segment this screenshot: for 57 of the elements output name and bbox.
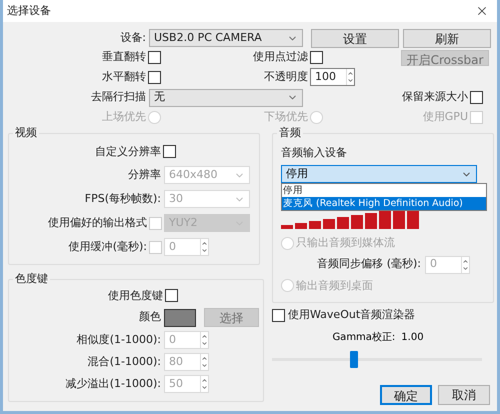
checkbox[interactable]	[272, 308, 285, 322]
gamma-reading: 1.00	[401, 330, 424, 344]
field-label: 保留来源大小	[402, 89, 468, 106]
field-label: 颜色	[138, 309, 161, 326]
field-label: 不透明度	[263, 68, 308, 85]
button[interactable]: 取消	[438, 384, 490, 404]
field-label: 使用偏好的输出格式	[47, 214, 147, 231]
spinner-arrows-icon	[346, 69, 354, 85]
group-title: 色度键	[14, 271, 49, 287]
spinner-arrows-icon	[200, 332, 208, 348]
field-label: 自定义分辨率	[94, 144, 161, 160]
field-label: 去隔行扫描	[90, 89, 146, 106]
field-label: 分辨率	[127, 166, 161, 183]
button[interactable]: 确定	[380, 384, 432, 404]
field-label: 只输出音频到媒体流	[296, 235, 395, 251]
window-title: 选择设备	[7, 2, 51, 19]
field-label: 使用WaveOut音频渲染器	[288, 307, 416, 323]
field-label: 水平翻转	[101, 68, 146, 85]
checkbox[interactable]	[163, 145, 176, 158]
dropdown-option[interactable]: 停用	[282, 184, 486, 197]
field-label: 输出音频到桌面	[296, 278, 373, 294]
dropdown[interactable]: 无	[149, 88, 303, 106]
button[interactable]: 刷新	[403, 28, 491, 48]
field-label: FPS(每秒帧数):	[84, 190, 161, 207]
field-label: 减少溢出(1-1000):	[64, 376, 161, 392]
dropdown[interactable]: USB2.0 PC CAMERA	[149, 29, 303, 47]
field-label: 音频同步偏移 (毫秒):	[316, 256, 421, 272]
close-icon[interactable]	[475, 4, 489, 18]
spin-box[interactable]: 100	[310, 68, 355, 86]
slider-thumb[interactable]	[350, 350, 358, 368]
checkbox[interactable]	[148, 70, 161, 84]
spinner-arrows-icon	[200, 239, 208, 255]
group-title: 视频	[14, 125, 38, 141]
field-label: 混合(1-1000):	[86, 354, 161, 370]
dropdown-option[interactable]: 麦克风 (Realtek High Definition Audio)	[282, 197, 486, 210]
field-label: 使用色度键	[107, 288, 163, 304]
group-title: 音频	[278, 125, 302, 141]
checkbox[interactable]	[470, 91, 483, 104]
button[interactable]: 设置	[311, 28, 399, 48]
field-label: 垂直翻转	[101, 49, 146, 66]
dropdown[interactable]: 停用	[281, 165, 477, 183]
field-label: 相似度(1-1000):	[76, 332, 161, 348]
field-label: 使用缓冲(毫秒):	[68, 238, 147, 255]
field-label: 音频输入设备	[281, 144, 348, 160]
checkbox[interactable]	[165, 289, 178, 302]
field-label: 使用GPU	[422, 108, 468, 125]
color-swatch[interactable]	[164, 308, 196, 326]
field-label: 设备:	[119, 30, 146, 46]
spinner-arrows-icon	[200, 354, 208, 370]
spinner-arrows-icon	[200, 376, 208, 392]
field-label: 上场优先	[101, 108, 146, 125]
spinner-arrows-icon	[461, 256, 469, 272]
gamma-label: Gamma校正:	[332, 330, 396, 344]
field-label: 下场优先	[263, 108, 308, 125]
field-label: 使用点过滤	[252, 49, 308, 66]
checkbox[interactable]	[310, 51, 323, 64]
checkbox[interactable]	[148, 51, 161, 64]
